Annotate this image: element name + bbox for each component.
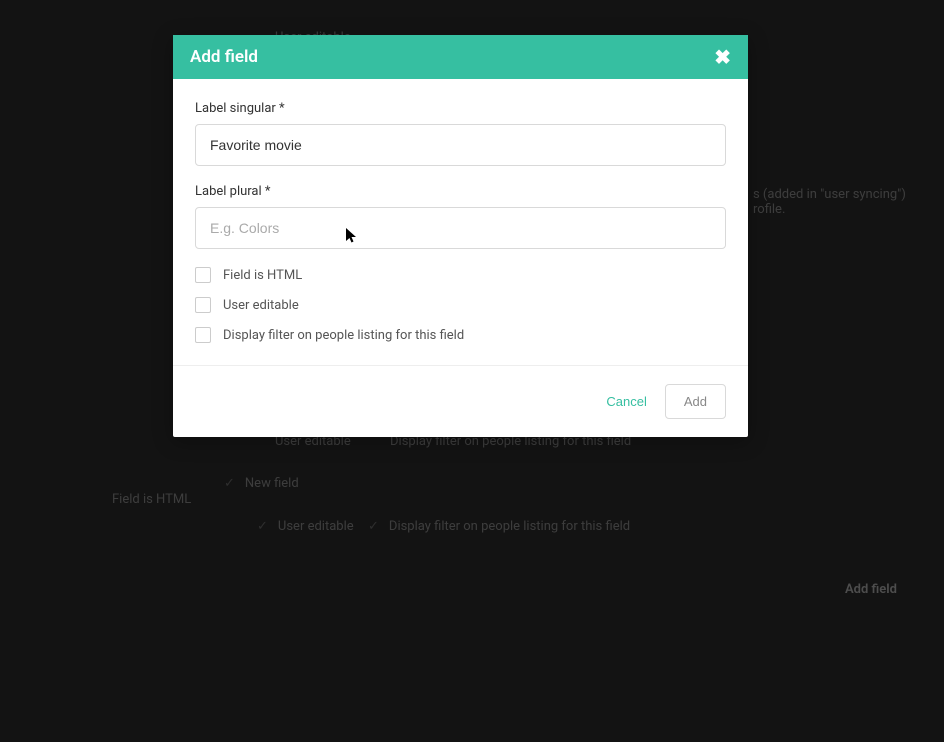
label-singular-input[interactable]	[195, 124, 726, 166]
display-filter-row: Display filter on people listing for thi…	[195, 327, 726, 343]
modal-body: Label singular * Label plural * Field is…	[173, 79, 748, 365]
label-plural-group: Label plural *	[195, 184, 726, 249]
modal-title: Add field	[190, 47, 258, 67]
add-field-modal: Add field ✖ Label singular * Label plura…	[173, 35, 748, 437]
close-icon[interactable]: ✖	[714, 47, 731, 67]
user-editable-row: User editable	[195, 297, 726, 313]
cancel-button[interactable]: Cancel	[606, 394, 646, 409]
user-editable-label: User editable	[223, 298, 299, 313]
user-editable-checkbox[interactable]	[195, 297, 211, 313]
label-plural-label: Label plural *	[195, 184, 726, 199]
label-singular-group: Label singular *	[195, 101, 726, 166]
modal-footer: Cancel Add	[173, 365, 748, 437]
display-filter-checkbox[interactable]	[195, 327, 211, 343]
label-singular-label: Label singular *	[195, 101, 726, 116]
add-button[interactable]: Add	[665, 384, 726, 419]
field-is-html-label: Field is HTML	[223, 268, 302, 283]
modal-header: Add field ✖	[173, 35, 748, 79]
display-filter-label: Display filter on people listing for thi…	[223, 328, 464, 343]
field-is-html-row: Field is HTML	[195, 267, 726, 283]
label-plural-input[interactable]	[195, 207, 726, 249]
field-is-html-checkbox[interactable]	[195, 267, 211, 283]
